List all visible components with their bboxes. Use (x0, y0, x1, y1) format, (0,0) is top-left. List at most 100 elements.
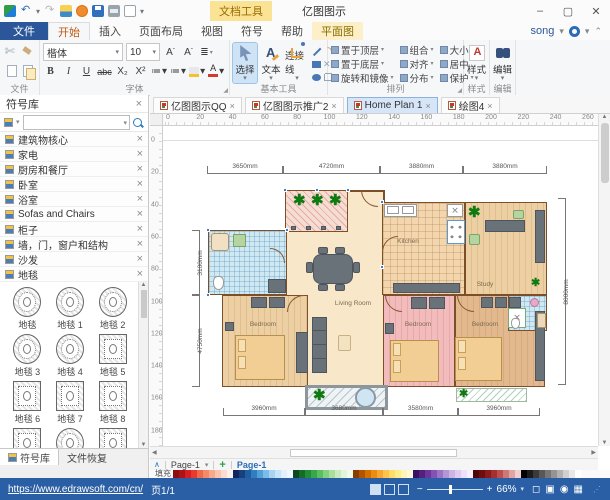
zoom-slider-thumb[interactable] (449, 485, 452, 494)
toilet[interactable] (511, 318, 520, 329)
library-item-6[interactable]: Sofas and Chairs× (0, 207, 148, 222)
sink[interactable] (233, 234, 246, 247)
tab-close-icon[interactable]: × (230, 101, 235, 111)
dimension-top[interactable]: 3880mm (463, 166, 547, 174)
drawing-canvas[interactable]: 3100mm 4750mm 8000mm (163, 126, 598, 446)
library-item-8[interactable]: 墙，门，窗户和结构× (0, 237, 148, 252)
office-chair[interactable] (513, 210, 524, 219)
library-close-icon[interactable]: × (137, 254, 143, 264)
coffee-table[interactable] (338, 335, 351, 351)
document-tab-2[interactable]: 亿图图示推广2× (245, 97, 344, 113)
font-style-button[interactable]: U (79, 64, 94, 79)
carpet-symbol[interactable] (8, 428, 47, 448)
grow-font-button[interactable]: Aˆ (163, 45, 178, 60)
format-painter-icon[interactable] (21, 46, 34, 59)
undo-dropdown-icon[interactable]: ▾ (36, 7, 40, 16)
library-item-9[interactable]: 沙发× (0, 252, 148, 267)
fit-page-icon[interactable]: ▣ (545, 484, 554, 495)
wardrobe[interactable] (296, 332, 308, 373)
font-style-button[interactable]: X² (133, 64, 148, 79)
share-icon[interactable] (76, 5, 88, 17)
close-button[interactable]: ✕ (582, 0, 610, 22)
shower[interactable] (211, 233, 229, 251)
selection-handle[interactable] (380, 200, 384, 204)
dimension-bottom[interactable]: 3580mm (383, 408, 458, 416)
plant-icon[interactable] (459, 389, 468, 399)
zoom-dropdown-icon[interactable]: ▾ (521, 485, 525, 493)
dresser[interactable] (429, 297, 445, 309)
line-tool-icon[interactable] (312, 47, 321, 56)
sink[interactable] (530, 298, 539, 307)
library-close-icon[interactable]: × (137, 194, 143, 204)
tab-file-recovery[interactable]: 文件恢复 (59, 449, 115, 465)
open-icon[interactable] (60, 5, 72, 17)
library-close-icon[interactable]: × (137, 164, 143, 174)
library-item-7[interactable]: 柜子× (0, 222, 148, 237)
dim-left-top[interactable]: 3100mm (192, 230, 200, 295)
stove[interactable] (447, 220, 465, 244)
font-color-button[interactable]: ▾ (208, 64, 224, 79)
align-text-button[interactable]: ≣▾ (199, 45, 214, 60)
page-selector[interactable]: Page-1 (171, 460, 200, 470)
add-page-icon[interactable]: + (219, 459, 225, 471)
normal-view-icon[interactable] (370, 484, 381, 495)
connector-tool-button[interactable]: 连接线▾ (285, 43, 309, 83)
panel-close-icon[interactable]: × (136, 99, 142, 109)
plant-icon[interactable] (313, 389, 326, 402)
menu-tab-5[interactable]: 视图 (192, 22, 232, 40)
settings-gear-icon[interactable] (569, 26, 580, 37)
vertical-scrollbar[interactable]: ▲ ▼ (598, 114, 610, 446)
zoom-slider[interactable] (427, 489, 483, 490)
reading-view-icon[interactable] (384, 484, 395, 495)
scroll-up-icon[interactable]: ▲ (141, 282, 147, 288)
bookshelf[interactable] (535, 210, 545, 263)
menu-tab-6[interactable]: 符号 (232, 22, 272, 40)
redo-icon[interactable] (44, 5, 56, 17)
library-close-icon[interactable]: × (137, 179, 143, 189)
edit-button[interactable]: 编辑 ▾ (491, 43, 515, 83)
dining-chair[interactable] (318, 284, 328, 291)
maximize-button[interactable]: ▢ (554, 0, 582, 22)
settings-dropdown-icon[interactable]: ▾ (585, 26, 590, 37)
library-close-icon[interactable]: × (137, 134, 143, 144)
resize-grip[interactable]: ⋰ (593, 485, 602, 494)
shrink-font-button[interactable]: Aˇ (181, 45, 196, 60)
dim-right[interactable]: 8000mm (558, 198, 566, 385)
selection-handle[interactable] (285, 228, 289, 232)
dining-table[interactable] (313, 254, 353, 284)
line-spacing-button[interactable]: ≔▾ (151, 64, 167, 79)
library-item-1[interactable]: 建筑物核心× (0, 132, 148, 147)
carpet-symbol[interactable]: 地毯 6 (8, 381, 47, 425)
color-swatch[interactable] (575, 470, 581, 478)
scroll-right-icon[interactable]: ▶ (591, 449, 596, 456)
menu-tab-2[interactable]: 开始 (48, 22, 90, 40)
arrange-button[interactable]: 对齐▾ (400, 58, 434, 69)
library-scrollbar[interactable]: ▲ ▼ (138, 282, 148, 448)
office-chair[interactable] (469, 234, 480, 245)
selection-handle[interactable] (283, 188, 287, 192)
scroll-up-icon[interactable]: ▲ (602, 114, 608, 120)
library-picker-icon[interactable] (4, 118, 13, 127)
library-close-icon[interactable]: × (137, 269, 143, 279)
carpet-symbol[interactable]: 地毯 2 (93, 287, 132, 331)
arrange-button[interactable]: 置于顶层▾ (331, 44, 394, 55)
library-item-4[interactable]: 卧室× (0, 177, 148, 192)
magnifier-icon[interactable]: ◉ (560, 484, 569, 495)
dimension-bottom[interactable]: 3960mm (458, 408, 540, 416)
font-dialog-launcher-icon[interactable]: ◢ (223, 87, 228, 94)
dresser[interactable] (495, 297, 507, 308)
kitchen-counter[interactable] (393, 283, 460, 293)
minimize-button[interactable]: – (526, 0, 554, 22)
selection-handle[interactable] (380, 265, 384, 269)
dimension-bottom[interactable]: 3680mm (305, 408, 383, 416)
sofa[interactable] (312, 317, 327, 373)
menu-tab-1[interactable]: 文件 (0, 22, 48, 40)
carpet-symbol[interactable] (93, 428, 132, 448)
document-tab-1[interactable]: 亿图图示QQ× (153, 97, 242, 113)
zoom-level[interactable]: 66% (497, 484, 517, 495)
vanity[interactable] (537, 313, 546, 328)
tab-close-icon[interactable]: × (487, 101, 492, 111)
kitchen-hood[interactable] (447, 204, 463, 217)
library-picker-dropdown-icon[interactable]: ▾ (16, 118, 20, 126)
dining-chair[interactable] (353, 262, 360, 273)
